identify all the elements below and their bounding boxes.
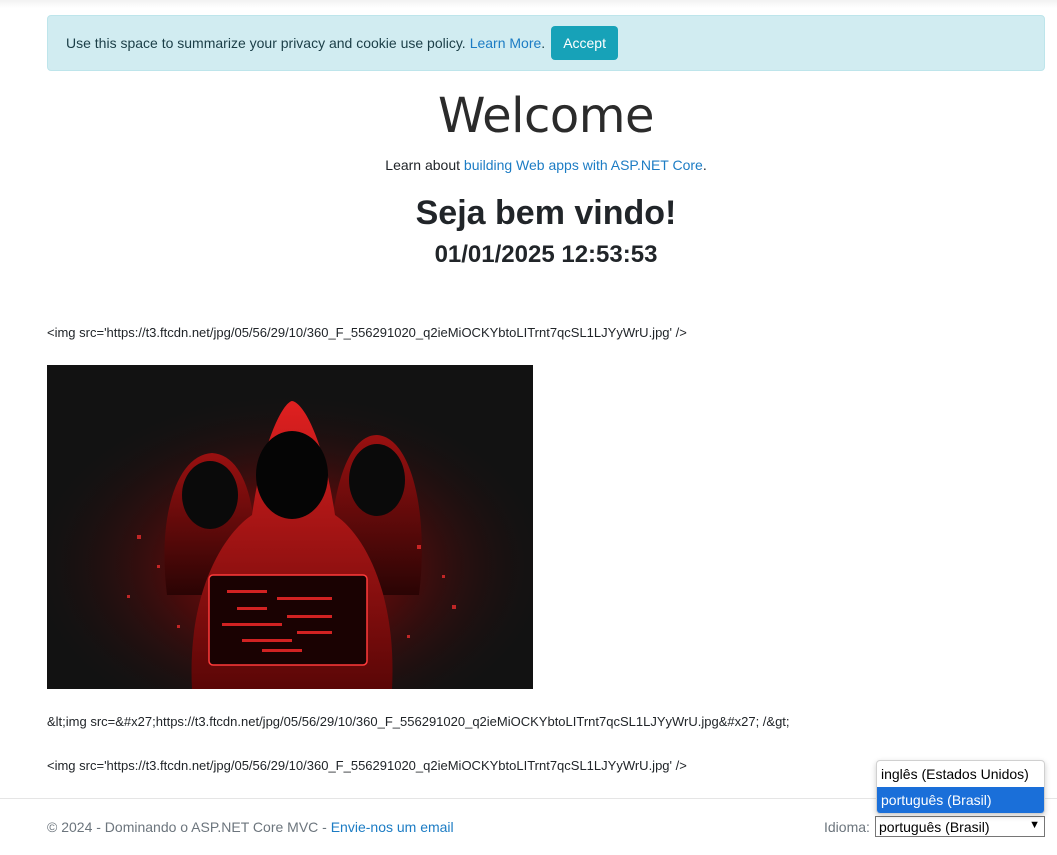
greeting-heading: Seja bem vindo! (415, 194, 677, 232)
encoded-img-tag-text: &lt;img src=&#x27;https://t3.ftcdn.net/j… (47, 714, 790, 729)
footer-copyright: © 2024 - Dominando o ASP.NET Core MVC - … (47, 819, 454, 835)
aspnet-docs-link[interactable]: building Web apps with ASP.NET Core (464, 157, 703, 173)
raw-img-tag-text: <img src='https://t3.ftcdn.net/jpg/05/56… (47, 325, 687, 340)
email-link[interactable]: Envie-nos um email (331, 819, 454, 835)
hacker-image (47, 365, 533, 689)
language-label: Idioma: (824, 819, 870, 835)
page-title: Welcome (437, 88, 655, 144)
learn-suffix: . (702, 157, 707, 173)
current-datetime: 01/01/2025 12:53:53 (434, 241, 658, 268)
cookie-consent-banner: Use this space to summarize your privacy… (47, 15, 1045, 71)
chevron-down-icon: ▼ (1029, 819, 1040, 831)
language-option-pt-br[interactable]: português (Brasil) (877, 787, 1044, 813)
cookie-policy-text: Use this space to summarize your privacy… (66, 35, 466, 51)
learn-prefix: Learn about (385, 157, 464, 173)
language-dropdown-list: inglês (Estados Unidos) português (Brasi… (876, 760, 1045, 814)
hooded-figures-illustration (47, 365, 533, 689)
language-select[interactable]: português (Brasil) ▼ (875, 816, 1045, 837)
copyright-text: © 2024 - Dominando o ASP.NET Core MVC - (47, 819, 331, 835)
selected-language: português (Brasil) (879, 818, 990, 835)
language-option-en-us[interactable]: inglês (Estados Unidos) (877, 761, 1044, 787)
top-bar (0, 0, 1057, 8)
learn-more-link[interactable]: Learn More (470, 35, 542, 51)
raw-img-tag-text-2: <img src='https://t3.ftcdn.net/jpg/05/56… (47, 758, 687, 773)
learn-about-line: Learn about building Web apps with ASP.N… (0, 157, 1057, 173)
cookie-punctuation: . (541, 35, 546, 51)
accept-cookies-button[interactable]: Accept (551, 26, 618, 60)
